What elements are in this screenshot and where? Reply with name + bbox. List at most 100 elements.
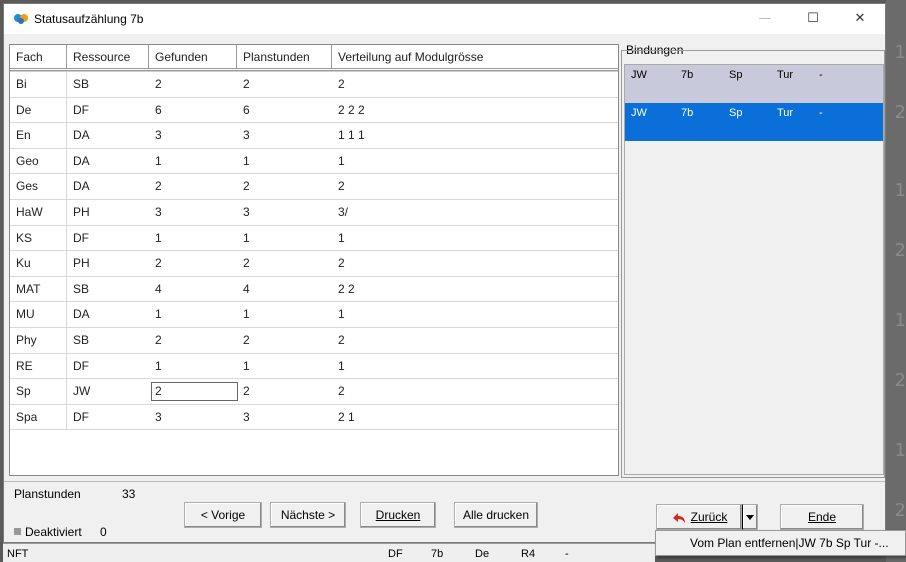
end-button[interactable]: Ende [780, 504, 864, 530]
status-grid: Fach Ressource Gefunden Planstunden Vert… [9, 44, 619, 476]
cell-ressource: DF [73, 102, 89, 117]
binding-room: Tur [777, 107, 794, 119]
cell-verteilung: 2 [338, 332, 345, 347]
binding-teacher: JW [631, 107, 647, 119]
cell-gefunden: 2 [155, 77, 162, 91]
cell-ressource: SB [73, 281, 90, 296]
cell-ressource: DF [73, 358, 89, 373]
cell-fach: KS [10, 225, 67, 251]
maximize-button[interactable]: ☐ [793, 8, 833, 30]
cell-gefunden: 6 [155, 102, 162, 117]
title-bar[interactable]: Statusaufzählung 7b — ☐ ✕ [4, 4, 885, 34]
table-row[interactable]: Ku PH 2 2 2 [10, 251, 618, 277]
column-header-planstunden[interactable]: Planstunden [237, 45, 332, 69]
cell-ressource: DA [73, 179, 90, 194]
bg-cell: De [475, 548, 490, 560]
planstunden-value: 33 [122, 487, 136, 501]
column-header-gefunden[interactable]: Gefunden [149, 45, 237, 69]
back-dropdown-button[interactable] [742, 504, 758, 530]
next-button[interactable]: Nächste > [270, 502, 346, 528]
grid-header: Fach Ressource Gefunden Planstunden Vert… [10, 45, 618, 69]
cell-verteilung: 2 1 [338, 409, 355, 424]
cell-planstunden: 3 [243, 204, 250, 219]
cell-ressource: DA [73, 307, 90, 322]
binding-class: 7b [681, 69, 694, 81]
binding-extra: - [819, 107, 823, 119]
column-header-ressource[interactable]: Ressource [67, 45, 149, 69]
cell-planstunden: 3 [243, 409, 250, 424]
cell-fach: Geo [10, 148, 67, 174]
table-row[interactable]: KS DF 1 1 1 [10, 225, 618, 252]
table-row[interactable]: RE DF 1 1 1 [10, 353, 618, 380]
cell-verteilung: 1 1 1 [338, 128, 365, 143]
cell-verteilung: 1 [338, 230, 345, 245]
cell-ressource: DF [73, 409, 89, 424]
bg-digit: 1 [894, 42, 906, 63]
table-row[interactable]: Bi SB 2 2 2 [10, 72, 618, 98]
cell-verteilung: 3/ [338, 204, 349, 219]
cell-planstunden: 6 [243, 102, 250, 117]
table-row[interactable]: MU DA 1 1 1 [10, 302, 618, 328]
cell-verteilung: 1 [338, 153, 345, 168]
cell-fach: De [10, 97, 67, 123]
cell-planstunden: 1 [243, 153, 250, 168]
cell-ressource: PH [73, 204, 90, 219]
table-row[interactable]: Phy SB 2 2 2 [10, 327, 618, 354]
cell-ressource: SB [73, 332, 90, 347]
table-row[interactable]: Geo DA 1 1 1 [10, 148, 618, 175]
table-row[interactable]: Sp JW 2 2 2 [10, 379, 618, 405]
cell-planstunden: 2 [243, 77, 250, 91]
cell-planstunden: 2 [243, 384, 250, 399]
context-menu-item-remove-from-plan[interactable]: Vom Plan entfernen|JW 7b Sp Tur -... [655, 530, 906, 556]
cell-gefunden: 2 [155, 256, 162, 271]
table-row[interactable]: En DA 3 3 1 1 1 [10, 123, 618, 149]
window-title: Statusaufzählung 7b [34, 12, 144, 26]
cell-fach: HaW [10, 199, 67, 225]
minimize-button[interactable]: — [745, 8, 785, 30]
cell-fach: Ges [10, 174, 67, 199]
cell-verteilung: 2 [338, 384, 345, 399]
back-button[interactable]: Zurück [656, 504, 742, 530]
cell-gefunden: 3 [155, 204, 162, 219]
column-header-verteilung[interactable]: Verteilung auf Modulgrösse [332, 45, 618, 69]
cell-planstunden: 1 [243, 230, 250, 245]
column-header-fach[interactable]: Fach [10, 45, 67, 69]
cell-fach: En [10, 123, 67, 148]
cell-planstunden: 2 [243, 256, 250, 271]
table-row[interactable]: Ges DA 2 2 2 [10, 174, 618, 200]
table-row[interactable]: De DF 6 6 2 2 2 [10, 97, 618, 124]
background-timetable-row: NFT DF 7b De R4 - [3, 543, 655, 562]
planstunden-label: Planstunden [14, 487, 81, 501]
cell-gefunden: 3 [155, 128, 162, 143]
cell-gefunden: 4 [155, 281, 162, 296]
print-all-button[interactable]: Alle drucken [454, 502, 538, 528]
close-button[interactable]: ✕ [840, 8, 880, 30]
cell-planstunden: 2 [243, 332, 250, 347]
cell-verteilung: 2 2 [338, 281, 355, 296]
cell-fach: MU [10, 302, 67, 327]
grid-body: Bi SB 2 2 2 De DF 6 6 2 2 2 En DA 3 3 1 1 1 Geo DA 1 1 1 Ges… [10, 72, 618, 431]
cell-editor-input[interactable]: 2 [151, 382, 238, 402]
table-row[interactable]: MAT SB 4 4 2 2 [10, 276, 618, 303]
bg-cell: R4 [521, 548, 536, 560]
bg-digit: 1 [894, 440, 906, 461]
bg-cell: DF [388, 548, 403, 560]
binding-item-selected[interactable]: JW 7b Sp Tur - [625, 103, 883, 141]
app-icon [14, 14, 28, 24]
table-row[interactable]: HaW PH 3 3 3/ [10, 199, 618, 226]
undo-arrow-icon [672, 512, 685, 523]
binding-item[interactable]: JW 7b Sp Tur - [625, 65, 883, 103]
bindings-list[interactable]: JW 7b Sp Tur - JW 7b Sp Tur - [624, 64, 884, 475]
print-button[interactable]: Drucken [360, 502, 436, 528]
cell-fach: Ku [10, 251, 67, 276]
previous-button[interactable]: < Vorige [184, 502, 262, 528]
cell-verteilung: 2 [338, 77, 345, 91]
cell-verteilung: 2 [338, 179, 345, 194]
bg-digit: 2 [894, 240, 906, 261]
cell-fach: Bi [10, 72, 67, 97]
table-row[interactable]: Spa DF 3 3 2 1 [10, 404, 618, 431]
cell-gefunden: 2 [155, 179, 162, 194]
binding-extra: - [819, 69, 823, 81]
cell-gefunden: 2 [149, 379, 238, 404]
cell-ressource: PH [73, 256, 90, 271]
